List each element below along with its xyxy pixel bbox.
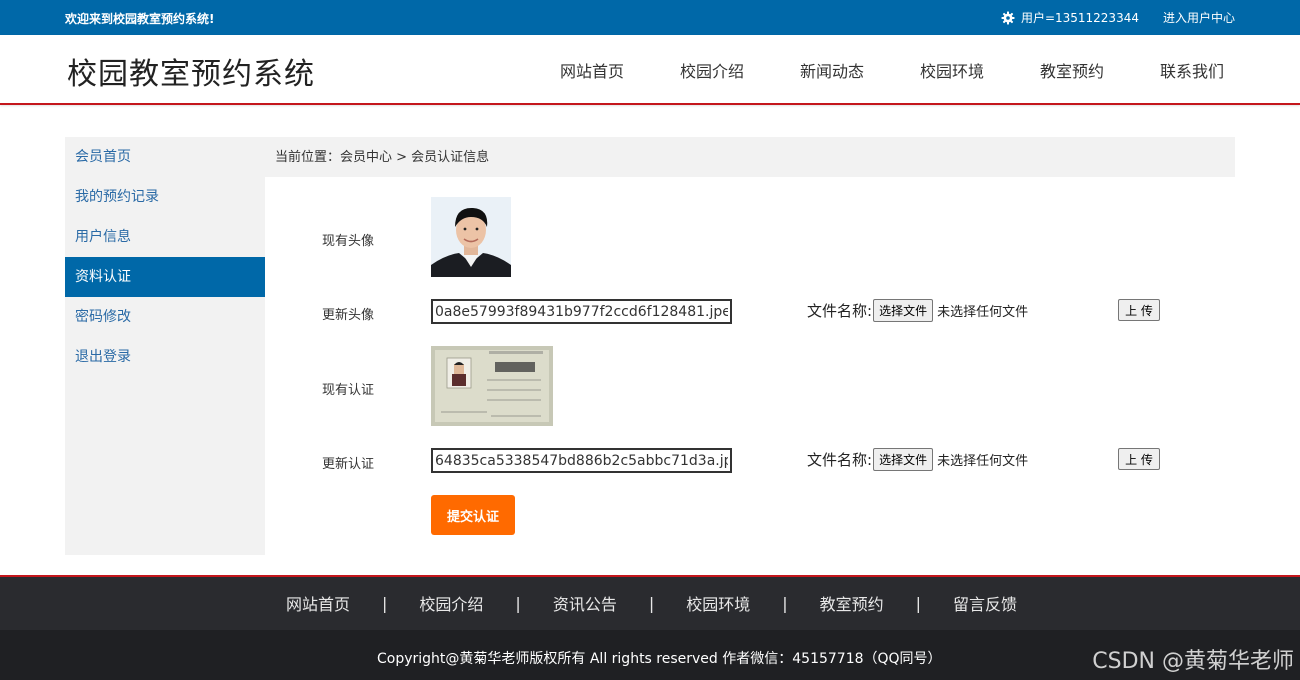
sidebar: 会员首页 我的预约记录 用户信息 资料认证 密码修改 退出登录 [65, 137, 265, 555]
update-avatar-label: 更新头像 [322, 308, 375, 323]
update-cert-label: 更新认证 [322, 457, 375, 472]
site-logo[interactable]: 校园教室预约系统 [67, 49, 315, 93]
current-avatar-label: 现有头像 [322, 234, 375, 249]
file-name-label: 文件名称: [807, 451, 873, 469]
sidebar-item-member-home[interactable]: 会员首页 [65, 137, 265, 177]
copyright-text: Copyright@黄菊华老师版权所有 All rights reserved … [377, 651, 942, 667]
sidebar-item-booking-records[interactable]: 我的预约记录 [65, 177, 265, 217]
current-cert-label: 现有认证 [322, 383, 375, 398]
nav-home[interactable]: 网站首页 [532, 58, 652, 82]
student-card-image [431, 346, 553, 426]
cert-choose-file-button[interactable]: 选择文件 [873, 448, 934, 471]
gear-icon [1001, 11, 1015, 25]
sidebar-item-verification[interactable]: 资料认证 [65, 257, 265, 297]
cert-filename-input[interactable] [431, 448, 732, 473]
footer-link-environment[interactable]: 校园环境 [686, 591, 750, 615]
csdn-watermark: CSDN @黄菊华老师 [1092, 649, 1294, 674]
nav-contact[interactable]: 联系我们 [1132, 58, 1252, 82]
footer-links: 网站首页 | 校园介绍 | 资讯公告 | 校园环境 | 教室预约 | 留言反馈 [286, 591, 1017, 615]
avatar-filename-input[interactable] [431, 299, 732, 324]
submit-verification-button[interactable]: 提交认证 [431, 495, 515, 535]
sidebar-item-password[interactable]: 密码修改 [65, 297, 265, 337]
sidebar-item-user-info[interactable]: 用户信息 [65, 217, 265, 257]
user-center-link[interactable]: 进入用户中心 [1163, 9, 1235, 26]
breadcrumb: 当前位置：会员中心 > 会员认证信息 [265, 137, 1235, 177]
sidebar-item-logout[interactable]: 退出登录 [65, 337, 265, 377]
footer-separator: | [382, 593, 388, 613]
nav-classroom-booking[interactable]: 教室预约 [1012, 58, 1132, 82]
avatar-choose-file-button[interactable]: 选择文件 [873, 299, 934, 322]
footer-nav: 网站首页 | 校园介绍 | 资讯公告 | 校园环境 | 教室预约 | 留言反馈 [0, 575, 1300, 630]
avatar-file-picker: 文件名称: 选择文件 未选择任何文件 [807, 299, 1028, 322]
footer-link-campus-intro[interactable]: 校园介绍 [419, 591, 483, 615]
footer-link-booking[interactable]: 教室预约 [820, 591, 884, 615]
top-bar: 欢迎来到校园教室预约系统! 用户=13511223344 进入用户中心 [0, 0, 1300, 35]
footer-separator: | [915, 593, 922, 613]
welcome-text: 欢迎来到校园教室预约系统! [65, 12, 215, 26]
file-name-label: 文件名称: [807, 302, 873, 320]
main-nav: 网站首页 校园介绍 新闻动态 校园环境 教室预约 联系我们 [532, 58, 1252, 82]
user-phone: 用户=13511223344 [1020, 11, 1139, 25]
footer-separator: | [648, 593, 655, 613]
header: 校园教室预约系统 网站首页 校园介绍 新闻动态 校园环境 教室预约 联系我们 [0, 35, 1300, 105]
footer-link-announcements[interactable]: 资讯公告 [553, 591, 617, 615]
cert-no-file-text: 未选择任何文件 [937, 454, 1029, 469]
avatar [431, 197, 511, 277]
nav-campus-intro[interactable]: 校园介绍 [652, 58, 772, 82]
avatar-upload-button[interactable]: 上 传 [1118, 299, 1160, 321]
cert-upload-button[interactable]: 上 传 [1118, 448, 1160, 470]
topbar-user-area: 用户=13511223344 进入用户中心 [1001, 9, 1235, 26]
nav-campus-environment[interactable]: 校园环境 [892, 58, 1012, 82]
footer-link-feedback[interactable]: 留言反馈 [953, 591, 1017, 615]
footer-separator: | [515, 593, 521, 613]
avatar-no-file-text: 未选择任何文件 [937, 305, 1029, 320]
footer-separator: | [782, 593, 788, 613]
nav-news[interactable]: 新闻动态 [772, 58, 892, 82]
footer-link-home[interactable]: 网站首页 [286, 591, 350, 615]
cert-file-picker: 文件名称: 选择文件 未选择任何文件 [807, 448, 1028, 471]
